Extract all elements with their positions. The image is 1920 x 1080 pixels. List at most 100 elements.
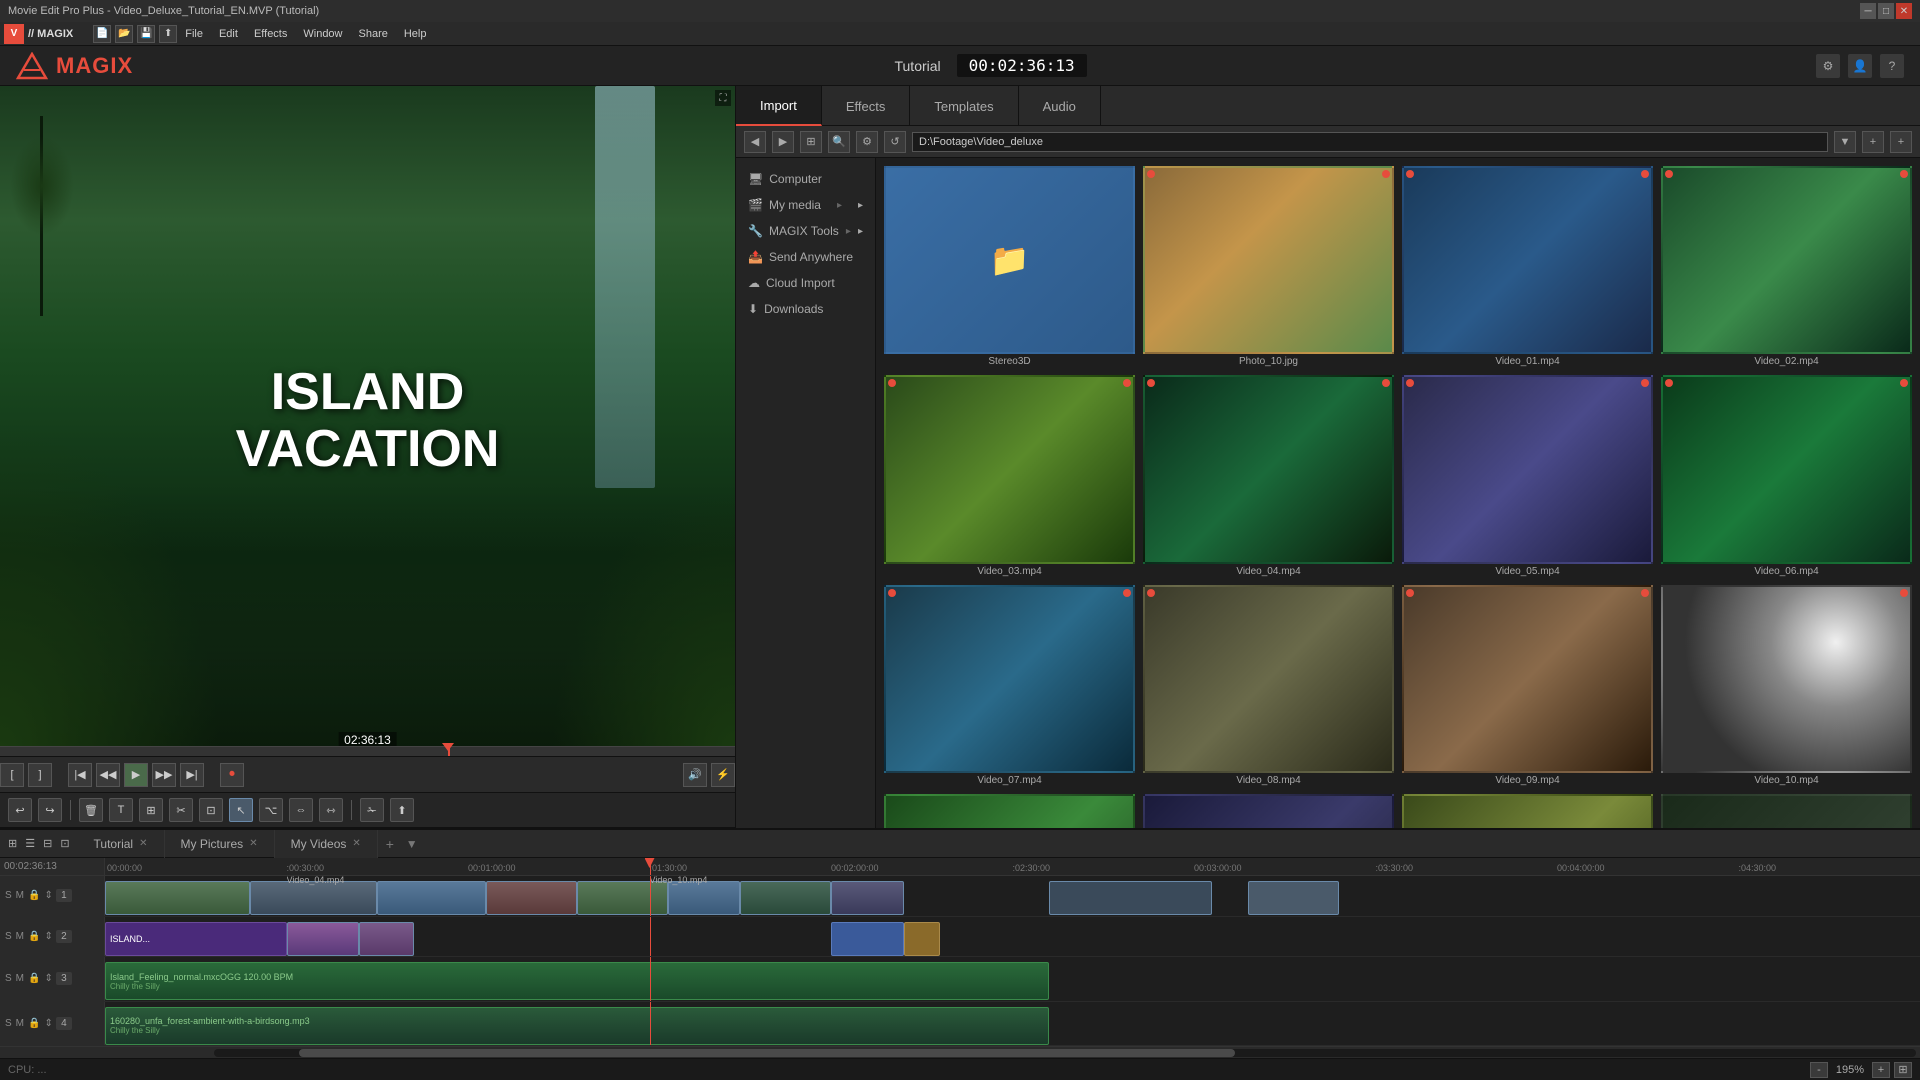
- effects-toggle[interactable]: ⚡: [711, 763, 735, 787]
- clip-v-1-label[interactable]: Video_04.mp4: [287, 876, 345, 886]
- path-dropdown-button[interactable]: ▼: [1834, 131, 1856, 153]
- clip-v-1-4[interactable]: [486, 881, 577, 915]
- track-4-content[interactable]: 160280_unfa_forest-ambient-with-a-birdso…: [105, 1002, 1920, 1045]
- media-item-photo10[interactable]: Photo_10.jpg: [1143, 166, 1394, 367]
- track-3-m[interactable]: M: [15, 972, 25, 985]
- track-3-arrows[interactable]: ⇕: [43, 972, 53, 985]
- clip-title-island[interactable]: ISLAND...: [105, 922, 287, 956]
- delete-button[interactable]: 🗑: [79, 798, 103, 822]
- clip-v-1-2[interactable]: [250, 881, 377, 915]
- clip-audio-2[interactable]: 160280_unfa_forest-ambient-with-a-birdso…: [105, 1007, 1049, 1045]
- group-button[interactable]: ⊡: [199, 798, 223, 822]
- track-3-lock[interactable]: 🔒: [27, 972, 41, 985]
- timeline-scroll-track[interactable]: [214, 1049, 1916, 1057]
- track-4-s[interactable]: S: [4, 1017, 13, 1030]
- track-2-arrows[interactable]: ⇕: [43, 930, 53, 943]
- prev-frame-button[interactable]: ◀◀: [96, 763, 120, 787]
- go-to-start-button[interactable]: |◀: [68, 763, 92, 787]
- media-item-v07[interactable]: Video_07.mp4: [884, 585, 1135, 786]
- nav-forward-button[interactable]: ▶: [772, 131, 794, 153]
- trim-button[interactable]: ✂: [169, 798, 193, 822]
- track-1-m[interactable]: M: [15, 889, 25, 902]
- tab-tutorial-close[interactable]: ✕: [139, 838, 147, 849]
- nav-back-button[interactable]: ◀: [744, 131, 766, 153]
- multiview-icon[interactable]: ⊟: [43, 837, 52, 850]
- close-button[interactable]: ✕: [1896, 3, 1912, 19]
- settings-icon[interactable]: ⚙: [1816, 54, 1840, 78]
- maximize-button[interactable]: □: [1878, 3, 1894, 19]
- nav-magix-tools[interactable]: 🔧 MAGIX Tools ▸: [736, 218, 875, 244]
- tab-audio[interactable]: Audio: [1019, 86, 1101, 126]
- track-1-lock[interactable]: 🔒: [27, 889, 41, 902]
- next-frame-button[interactable]: ▶▶: [152, 763, 176, 787]
- file-menu[interactable]: File: [177, 26, 211, 42]
- media-item-v05[interactable]: Video_05.mp4: [1402, 375, 1653, 576]
- clip-2-2[interactable]: [287, 922, 360, 956]
- nav-send-anywhere[interactable]: 📤 Send Anywhere: [736, 244, 875, 270]
- go-to-end-button[interactable]: ▶|: [180, 763, 204, 787]
- fullscreen-button[interactable]: ⛶: [715, 90, 731, 106]
- razor-tool[interactable]: ⌥: [259, 798, 283, 822]
- add-folder-button[interactable]: +: [1890, 131, 1912, 153]
- search-button[interactable]: 🔍: [828, 131, 850, 153]
- nav-cloud-import[interactable]: ☁ Cloud Import: [736, 270, 875, 296]
- window-menu[interactable]: Window: [295, 26, 350, 42]
- tab-effects[interactable]: Effects: [822, 86, 911, 126]
- timeline-scroll-thumb[interactable]: [299, 1049, 1235, 1057]
- clip-v-1-7[interactable]: [740, 881, 831, 915]
- media-item-v12[interactable]: Video_12.mp4: [1143, 794, 1394, 828]
- tab-import[interactable]: Import: [736, 86, 822, 126]
- edit-menu[interactable]: Edit: [211, 26, 246, 42]
- record-button[interactable]: ⏺: [220, 763, 244, 787]
- storyboard-button[interactable]: ⊞: [139, 798, 163, 822]
- zoom-in-button[interactable]: +: [1862, 131, 1884, 153]
- timeline-tab-tutorial[interactable]: Tutorial ✕: [78, 830, 165, 858]
- clip-v-1-9[interactable]: [1049, 881, 1212, 915]
- track-2-lock[interactable]: 🔒: [27, 930, 41, 943]
- nav-downloads[interactable]: ⬇ Downloads: [736, 296, 875, 322]
- track-4-lock[interactable]: 🔒: [27, 1017, 41, 1030]
- help-menu[interactable]: Help: [396, 26, 435, 42]
- track-3-content[interactable]: Island_Feeling_normal.mxcOGG 120.00 BPM …: [105, 957, 1920, 1000]
- clip-v-1-3[interactable]: [377, 881, 486, 915]
- nav-computer[interactable]: 🖥 Computer: [736, 166, 875, 192]
- mark-in-button[interactable]: [: [0, 763, 24, 787]
- clip-v-1-10[interactable]: [1248, 881, 1339, 915]
- clip-2-color2[interactable]: [904, 922, 940, 956]
- clip-v-1-1[interactable]: [105, 881, 250, 915]
- ripple-tool[interactable]: ⇔: [289, 798, 313, 822]
- play-button[interactable]: ▶: [124, 763, 148, 787]
- track-1-s[interactable]: S: [4, 889, 13, 902]
- clip-icon[interactable]: ⊡: [60, 837, 69, 850]
- cut-button[interactable]: ✁: [360, 798, 384, 822]
- timeline-icon[interactable]: ☰: [25, 837, 35, 850]
- redo-button[interactable]: ↪: [38, 798, 62, 822]
- zoom-out-button[interactable]: -: [1810, 1062, 1828, 1078]
- share-menu[interactable]: Share: [351, 26, 396, 42]
- undo-button[interactable]: ↩: [8, 798, 32, 822]
- text-button[interactable]: T: [109, 798, 133, 822]
- refresh-button[interactable]: ↺: [884, 131, 906, 153]
- track-2-m[interactable]: M: [15, 930, 25, 943]
- clip-v-1-8[interactable]: [831, 881, 904, 915]
- track-1-content[interactable]: Video_04.mp4 Video_10.mp4: [105, 876, 1920, 916]
- timeline-tab-videos[interactable]: My Videos ✕: [275, 830, 378, 858]
- new-file-icon[interactable]: 📄: [93, 25, 111, 43]
- view-toggle-button[interactable]: ⊞: [800, 131, 822, 153]
- preview-progress-bar[interactable]: [0, 746, 735, 756]
- media-item-v14[interactable]: [1661, 794, 1912, 828]
- zoom-in-button[interactable]: +: [1872, 1062, 1890, 1078]
- media-item-v13[interactable]: [1402, 794, 1653, 828]
- media-item-v10[interactable]: Video_10.mp4: [1661, 585, 1912, 786]
- select-tool[interactable]: ↖: [229, 798, 253, 822]
- clip-v-1-6[interactable]: [668, 881, 741, 915]
- media-item-v09[interactable]: Video_09.mp4: [1402, 585, 1653, 786]
- media-item-v06[interactable]: Video_06.mp4: [1661, 375, 1912, 576]
- add-timeline-button[interactable]: +: [378, 836, 402, 852]
- media-item-v04[interactable]: Video_04.mp4: [1143, 375, 1394, 576]
- help-icon[interactable]: ?: [1880, 54, 1904, 78]
- track-4-arrows[interactable]: ⇕: [43, 1017, 53, 1030]
- clip-audio-1[interactable]: Island_Feeling_normal.mxcOGG 120.00 BPM …: [105, 962, 1049, 1000]
- tab-templates[interactable]: Templates: [910, 86, 1018, 126]
- tab-pictures-close[interactable]: ✕: [249, 838, 257, 849]
